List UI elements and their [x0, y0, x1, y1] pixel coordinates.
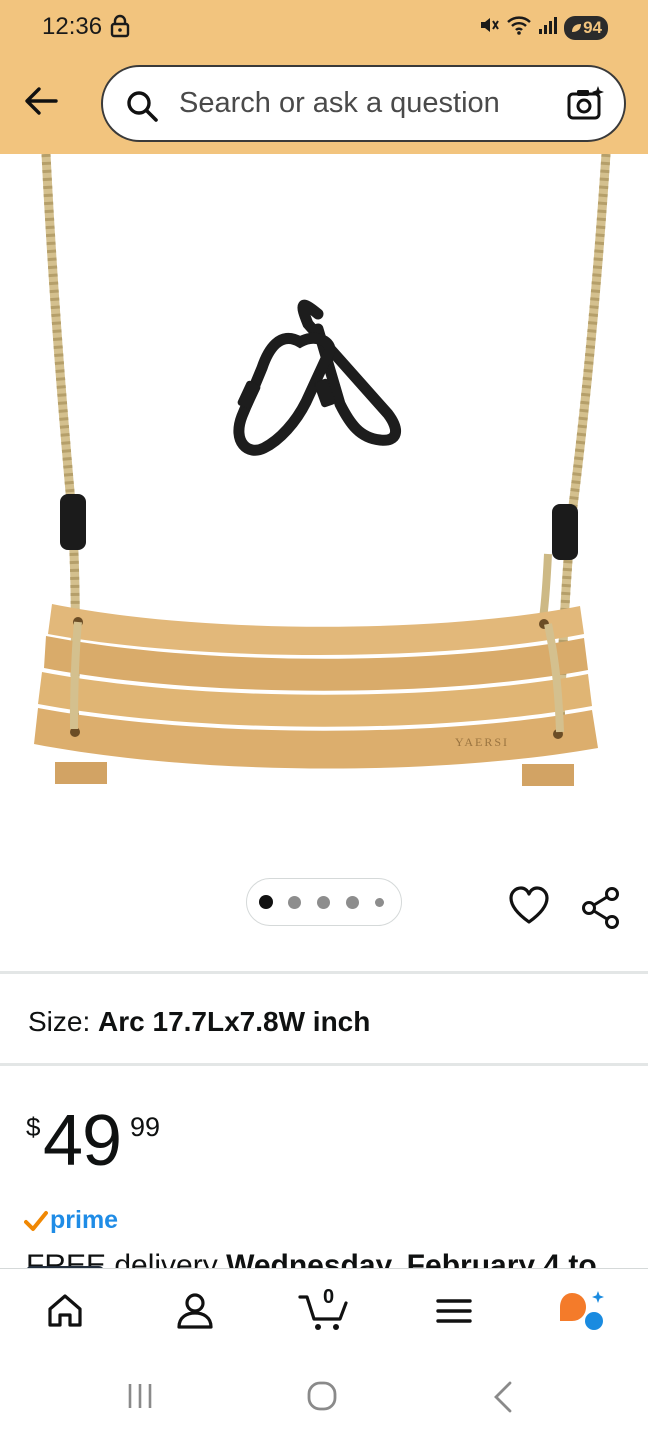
search-icon: [125, 89, 159, 128]
heart-icon: [509, 886, 549, 924]
rope-adjusters: [60, 494, 578, 560]
share-button[interactable]: [580, 886, 624, 935]
menu-icon: [436, 1299, 472, 1323]
divider: [0, 1063, 648, 1066]
recent-apps-icon: [128, 1384, 152, 1408]
image-carousel-indicator[interactable]: [246, 878, 402, 926]
price-whole: 49: [43, 1101, 122, 1181]
user-icon: [177, 1293, 213, 1329]
nav-home[interactable]: [43, 1289, 87, 1333]
lock-icon: [110, 14, 130, 43]
search-bar[interactable]: Search or ask a question: [101, 65, 626, 142]
battery-level: 94: [583, 17, 602, 37]
size-value: Arc 17.7Lx7.8W inch: [98, 1006, 371, 1037]
battery-indicator: 94: [564, 15, 608, 40]
status-icons: 94: [478, 14, 608, 41]
home-system-button[interactable]: [306, 1380, 338, 1417]
carousel-dot[interactable]: [346, 896, 359, 909]
wooden-seat: YAERSI: [34, 604, 598, 786]
mute-icon: [478, 14, 500, 41]
rufus-assistant-icon: [560, 1291, 604, 1330]
recent-apps-button[interactable]: [126, 1382, 154, 1415]
leaf-icon: [572, 23, 582, 32]
carousel-dot[interactable]: [288, 896, 301, 909]
divider: [0, 971, 648, 974]
price-currency: $: [26, 1112, 41, 1142]
camera-search-icon[interactable]: [566, 84, 606, 129]
carabiners: [233, 299, 401, 456]
status-time: 12:36: [42, 13, 103, 40]
arrow-left-icon: [25, 87, 58, 115]
prime-label: prime: [50, 1206, 119, 1234]
wifi-icon: [506, 14, 532, 41]
share-icon: [582, 887, 619, 929]
wishlist-button[interactable]: [507, 884, 551, 933]
prime-check-icon: [24, 1210, 48, 1231]
status-bar: 12:36 94: [0, 0, 648, 56]
delivery-date: Wednesday, February 4 to: [226, 1249, 597, 1269]
delivery-info: FREE delivery Wednesday, February 4 to: [26, 1249, 648, 1269]
nav-account[interactable]: [173, 1289, 217, 1333]
price-fraction: 99: [130, 1112, 161, 1142]
system-nav-bar: [0, 1354, 648, 1440]
size-selector[interactable]: Size: Arc 17.7Lx7.8W inch: [28, 1006, 370, 1038]
back-system-button[interactable]: [490, 1380, 516, 1419]
back-button[interactable]: [20, 80, 62, 122]
prime-badge: prime: [24, 1206, 118, 1235]
home-circle-icon: [307, 1381, 337, 1411]
nav-menu[interactable]: [432, 1289, 476, 1333]
chevron-left-icon: [494, 1381, 512, 1413]
bottom-nav: [0, 1268, 648, 1354]
product-image[interactable]: YAERSI: [0, 153, 648, 844]
signal-icon: [538, 15, 558, 40]
search-placeholder: Search or ask a question: [179, 87, 500, 119]
cart-count: 0: [323, 1286, 335, 1308]
header: 12:36 94 Search or ask a question: [0, 0, 648, 154]
carousel-dot[interactable]: [375, 898, 384, 907]
carousel-dot[interactable]: [259, 895, 273, 909]
nav-rufus[interactable]: [556, 1289, 604, 1333]
home-icon: [48, 1294, 82, 1327]
carousel-dot[interactable]: [317, 896, 330, 909]
seat-brand-text: YAERSI: [455, 735, 509, 749]
size-label: Size:: [28, 1006, 91, 1037]
